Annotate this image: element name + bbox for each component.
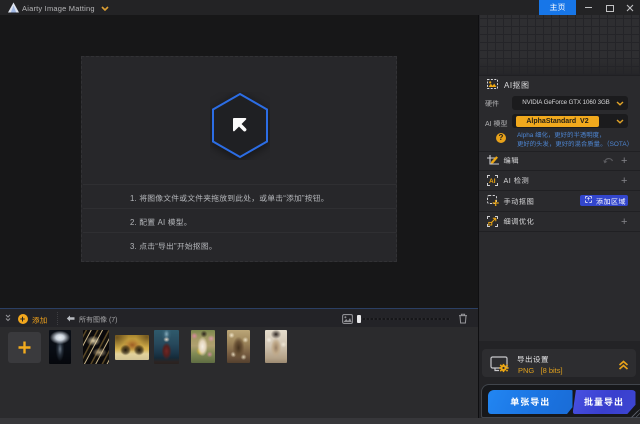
svg-text:AI: AI — [489, 178, 496, 185]
